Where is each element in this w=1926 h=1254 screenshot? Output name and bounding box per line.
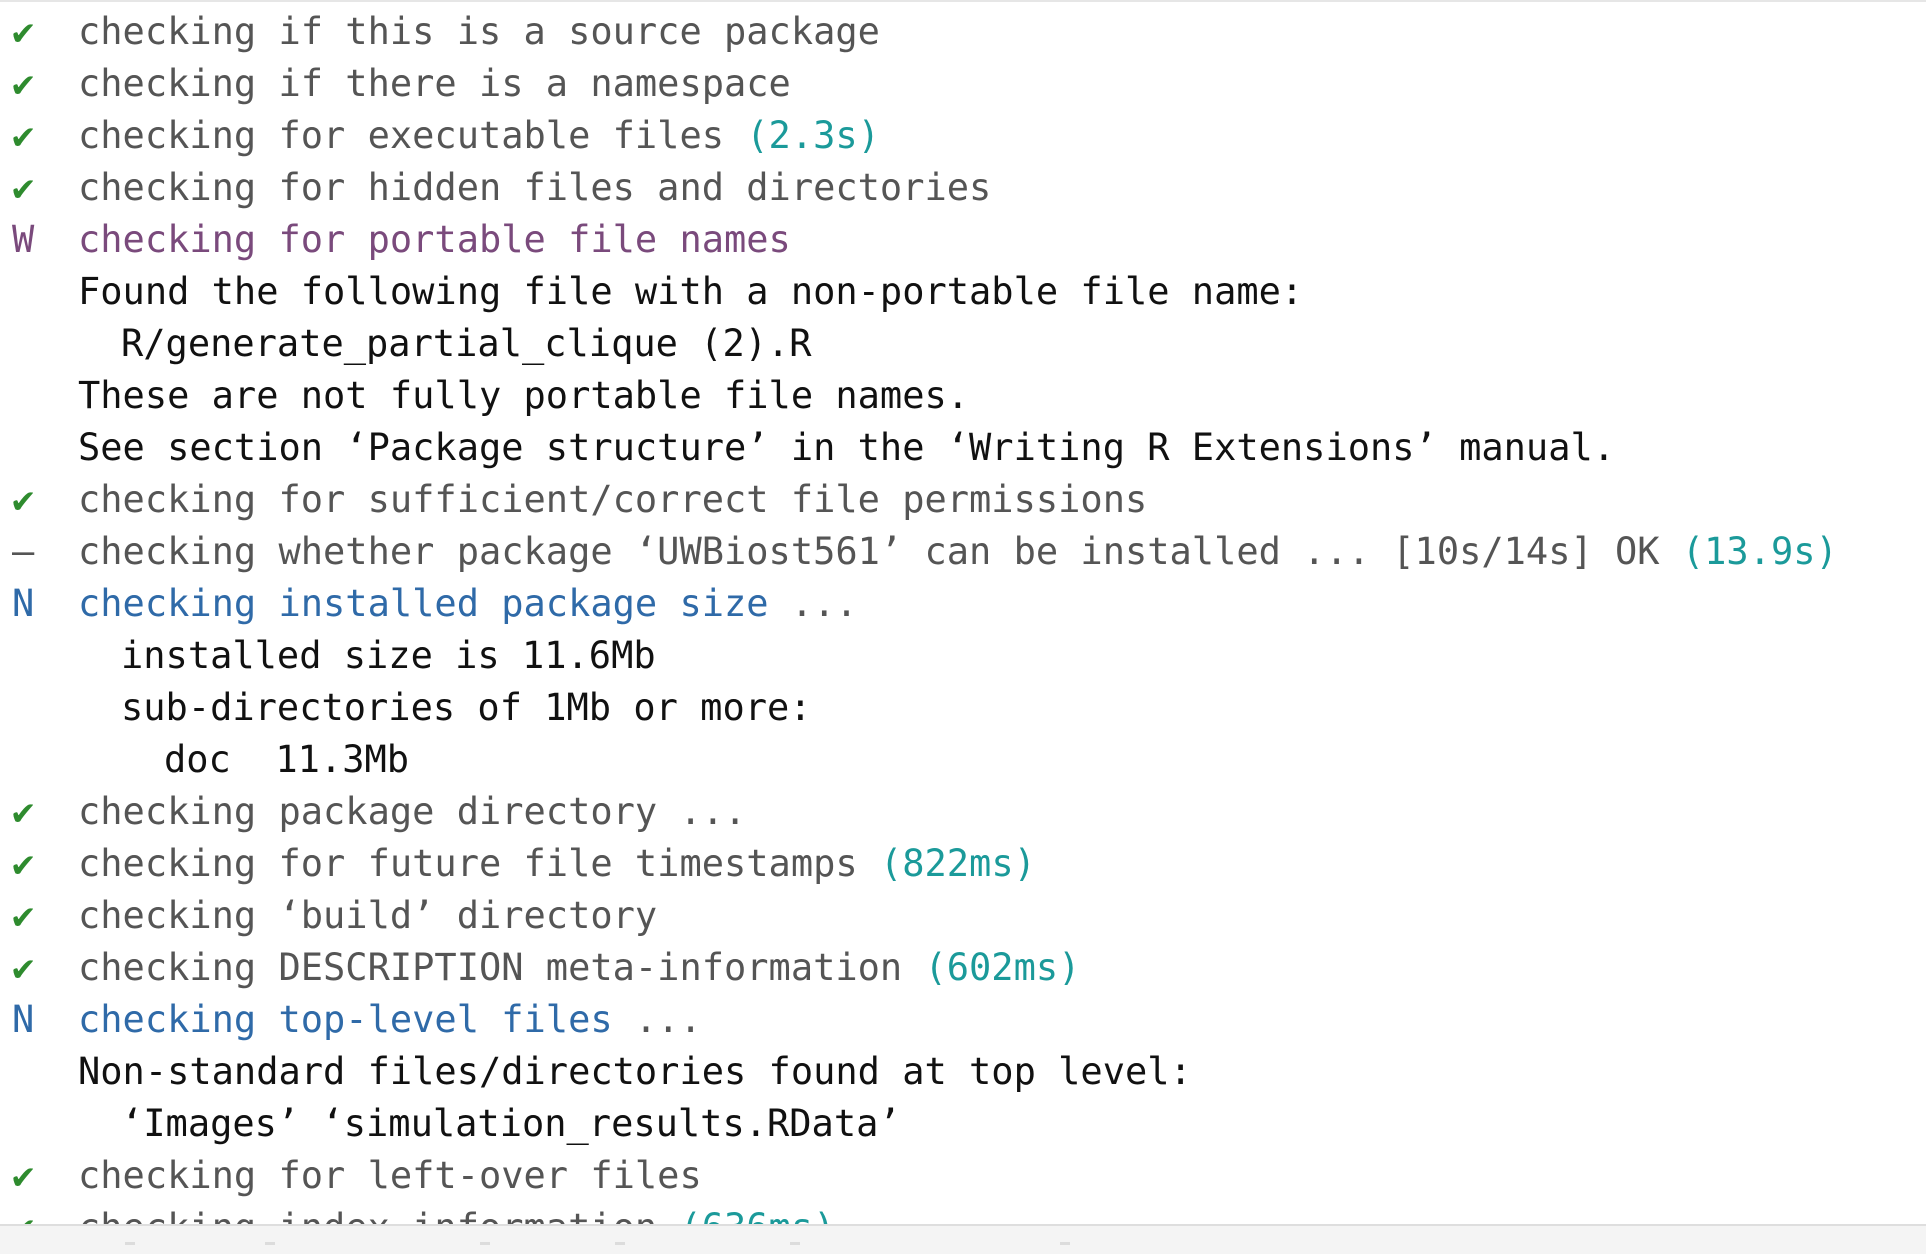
check-text: checking DESCRIPTION meta-information (6…	[78, 946, 1081, 989]
note-text: checking installed package size ...	[78, 582, 858, 625]
scrollbar-track-marks	[0, 1242, 1926, 1250]
check-text: checking ‘build’ directory	[78, 894, 658, 937]
timing-label: (602ms)	[924, 946, 1081, 989]
detail-text: These are not fully portable file names.	[78, 374, 970, 417]
checkmark-icon: ✔	[12, 842, 35, 885]
horizontal-scrollbar[interactable]	[0, 1224, 1926, 1254]
check-line: ✔ checking if this is a source package	[0, 6, 1926, 58]
dash-icon: –	[12, 530, 35, 573]
timing-label: (2.3s)	[746, 114, 880, 157]
note-text: checking top-level files ...	[78, 998, 702, 1041]
checkmark-icon: ✔	[12, 62, 35, 105]
check-text: checking index information (636ms)	[78, 1202, 835, 1224]
detail-line: ‘Images’ ‘simulation_results.RData’	[0, 1098, 1926, 1150]
detail-text: installed size is 11.6Mb	[121, 634, 656, 677]
check-line: ✔ checking for sufficient/correct file p…	[0, 474, 1926, 526]
check-line: ✔ checking for future file timestamps (8…	[0, 838, 1926, 890]
check-line: ✔ checking for left-over files	[0, 1150, 1926, 1202]
checkmark-icon: ✔	[12, 790, 35, 833]
check-line: ✔ checking package directory ...	[0, 786, 1926, 838]
track-mark	[480, 1242, 490, 1245]
check-line: ✔ checking for executable files (2.3s)	[0, 110, 1926, 162]
check-text: checking if this is a source package	[78, 10, 880, 53]
warning-text: checking for portable file names	[78, 218, 791, 261]
detail-text: Non-standard files/directories found at …	[78, 1050, 1192, 1093]
checkmark-icon: ✔	[12, 1154, 35, 1197]
note-icon: N	[12, 998, 35, 1041]
install-line: – checking whether package ‘UWBiost561’ …	[0, 526, 1926, 578]
check-text: checking whether package ‘UWBiost561’ ca…	[78, 530, 1838, 573]
detail-text: R/generate_partial_clique (2).R	[121, 322, 812, 365]
detail-text: Found the following file with a non-port…	[78, 270, 1304, 313]
checkmark-icon: ✔	[12, 166, 35, 209]
checkmark-icon: ✔	[12, 478, 35, 521]
check-text: checking for hidden files and directorie…	[78, 166, 992, 209]
track-mark	[125, 1242, 135, 1245]
warning-line: W checking for portable file names	[0, 214, 1926, 266]
checkmark-icon: ✔	[12, 946, 35, 989]
check-text: checking if there is a namespace	[78, 62, 791, 105]
checkmark-icon: ✔	[12, 114, 35, 157]
detail-text: ‘Images’ ‘simulation_results.RData’	[121, 1102, 901, 1145]
check-text: checking package directory ...	[78, 790, 747, 833]
checkmark-icon: ✔	[12, 10, 35, 53]
timing-label: (822ms)	[879, 842, 1036, 885]
detail-line: doc 11.3Mb	[0, 734, 1926, 786]
check-text: checking for left-over files	[78, 1154, 702, 1197]
track-mark	[265, 1242, 275, 1245]
checkmark-icon: ✔	[12, 894, 35, 937]
track-mark	[1060, 1242, 1070, 1245]
check-text: checking for sufficient/correct file per…	[78, 478, 1148, 521]
detail-line: These are not fully portable file names.	[0, 370, 1926, 422]
track-mark	[615, 1242, 625, 1245]
check-text: checking for executable files (2.3s)	[78, 114, 880, 157]
note-line: N checking installed package size ...	[0, 578, 1926, 630]
track-mark	[790, 1242, 800, 1245]
detail-text: sub-directories of 1Mb or more:	[121, 686, 812, 729]
detail-text: doc 11.3Mb	[164, 738, 410, 781]
timing-label: (636ms)	[679, 1206, 835, 1224]
check-line: ✔ checking for hidden files and director…	[0, 162, 1926, 214]
timing-label: (13.9s)	[1681, 530, 1838, 573]
detail-line: Non-standard files/directories found at …	[0, 1046, 1926, 1098]
detail-line: R/generate_partial_clique (2).R	[0, 318, 1926, 370]
detail-line: sub-directories of 1Mb or more:	[0, 682, 1926, 734]
console-top-border	[0, 0, 1926, 2]
check-line: ✔ checking ‘build’ directory	[0, 890, 1926, 942]
detail-line: See section ‘Package structure’ in the ‘…	[0, 422, 1926, 474]
r-check-console-output[interactable]: ✔ checking if this is a source package ✔…	[0, 6, 1926, 1224]
check-text: checking for future file timestamps (822…	[78, 842, 1036, 885]
note-icon: N	[12, 582, 35, 625]
check-line-partial: ✔ checking index information (636ms)	[0, 1202, 1926, 1224]
detail-line: Found the following file with a non-port…	[0, 266, 1926, 318]
check-line: ✔ checking if there is a namespace	[0, 58, 1926, 110]
warning-icon: W	[12, 218, 35, 261]
check-line: ✔ checking DESCRIPTION meta-information …	[0, 942, 1926, 994]
scrollbar-thumb[interactable]	[0, 1229, 1920, 1239]
detail-line: installed size is 11.6Mb	[0, 630, 1926, 682]
checkmark-icon: ✔	[12, 1202, 52, 1224]
note-line: N checking top-level files ...	[0, 994, 1926, 1046]
detail-text: See section ‘Package structure’ in the ‘…	[78, 426, 1616, 469]
